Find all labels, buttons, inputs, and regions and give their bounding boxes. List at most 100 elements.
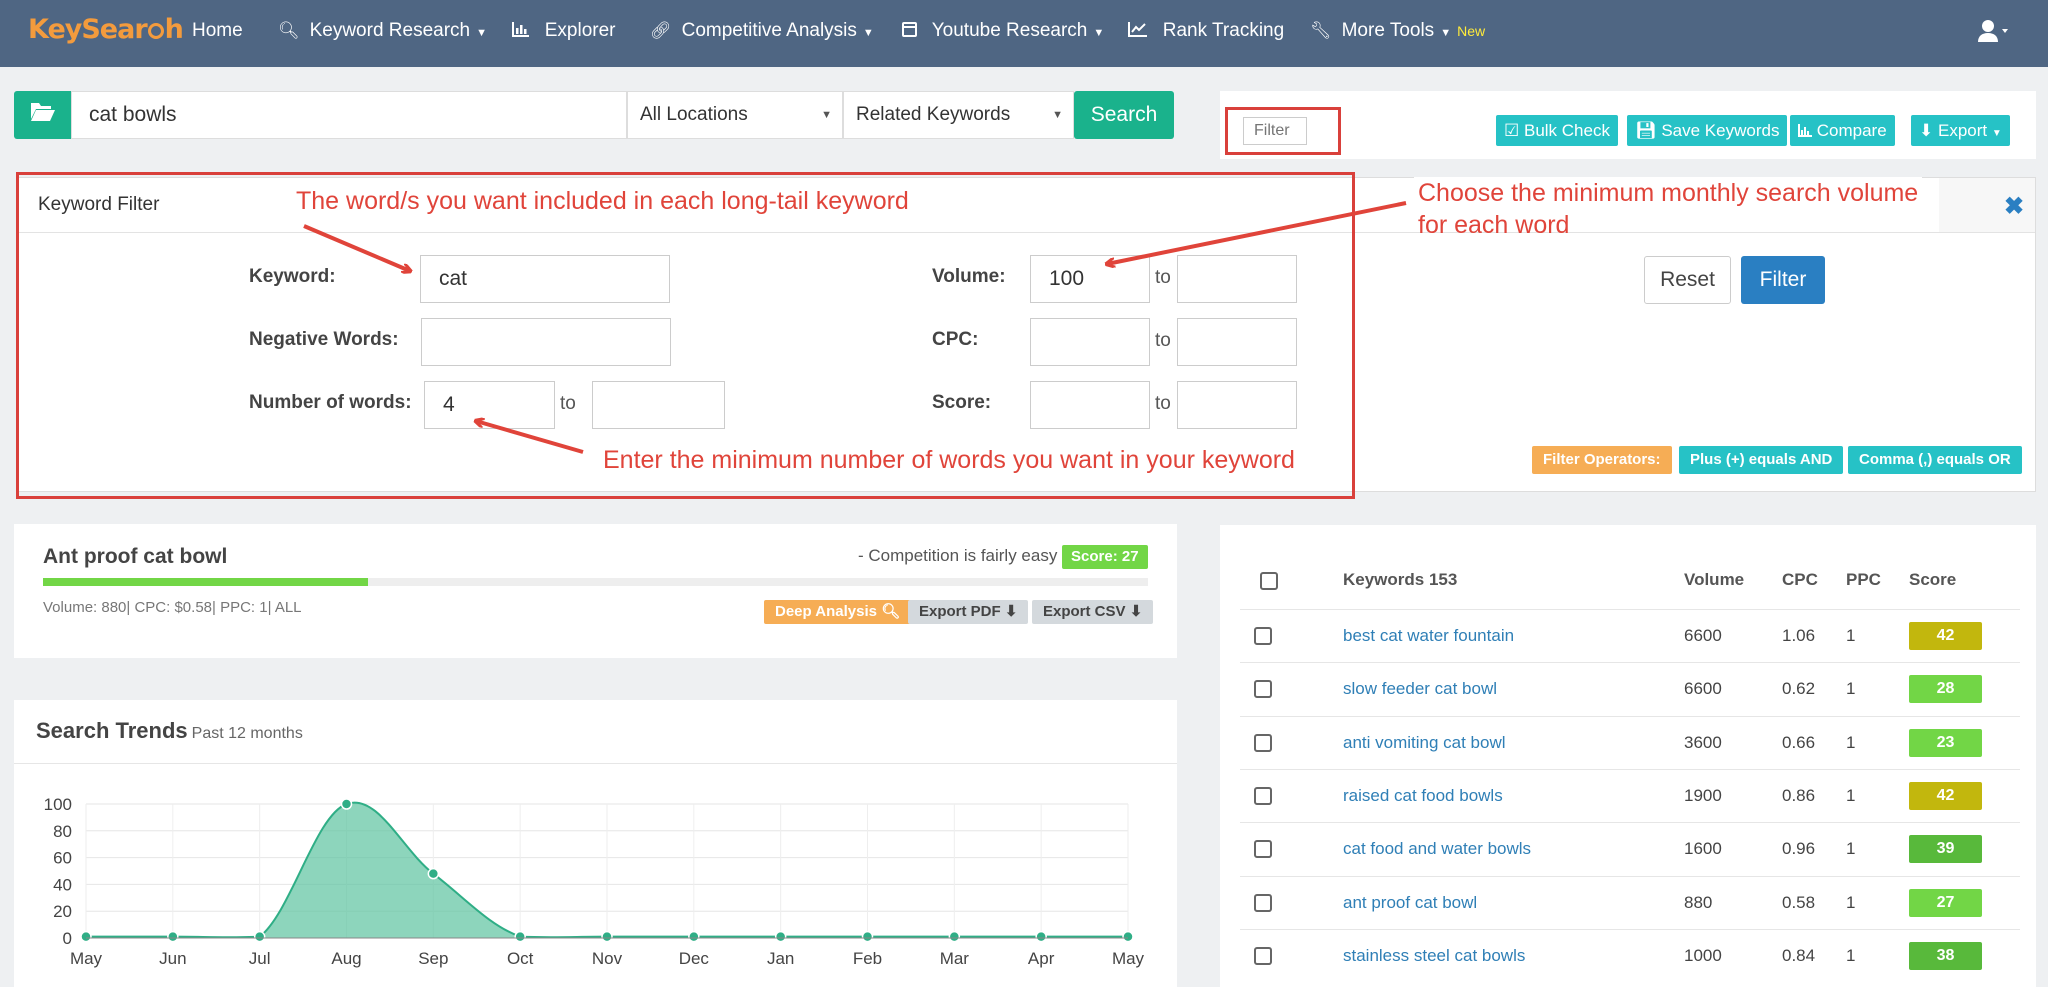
x-tick-label: Oct: [507, 949, 534, 968]
volume-cell: 1900: [1684, 786, 1722, 805]
row-checkbox[interactable]: [1254, 680, 1272, 698]
ppc-cell: 1: [1846, 786, 1856, 805]
row-checkbox[interactable]: [1254, 894, 1272, 912]
arrow-to-keyword: [303, 224, 410, 271]
arrow-to-volume: [1107, 201, 1407, 264]
row-checkbox[interactable]: [1254, 787, 1272, 805]
score-cell: 39: [1909, 835, 1982, 863]
ppc-cell: 1: [1846, 679, 1856, 698]
score-progress-bar: [43, 578, 1148, 586]
export-pdf-button[interactable]: Export PDF ⬇: [908, 600, 1029, 624]
x-tick-label: Mar: [940, 949, 970, 968]
x-tick-label: Nov: [592, 949, 623, 968]
ppc-cell: 1: [1846, 626, 1856, 645]
volume-cell: 880: [1684, 893, 1713, 912]
keyword-link[interactable]: slow feeder cat bowl: [1343, 679, 1497, 699]
trend-point: [861, 930, 874, 943]
score-badge: Score: 27: [1062, 545, 1148, 569]
export-csv-label: Export CSV: [1043, 603, 1126, 620]
ppc-cell: 1: [1846, 839, 1856, 858]
trend-point: [1122, 930, 1134, 943]
ppc-cell: 1: [1846, 733, 1856, 752]
cpc-cell: 0.86: [1782, 786, 1816, 805]
keyword-link[interactable]: cat food and water bowls: [1343, 839, 1531, 859]
search-trends-title: Search Trends Past 12 months: [36, 718, 303, 744]
row-checkbox[interactable]: [1254, 840, 1272, 858]
x-tick-label: Aug: [331, 949, 361, 968]
keyword-link[interactable]: best cat water fountain: [1343, 626, 1514, 646]
deep-analysis-label: Deep Analysis: [775, 603, 877, 620]
volume-cell: 3600: [1684, 733, 1722, 752]
ppc-cell: 1: [1846, 893, 1856, 912]
y-tick-label: 20: [53, 902, 72, 921]
score-cell: 42: [1909, 622, 1982, 650]
volume-cell: 1000: [1684, 946, 1722, 965]
trend-point: [167, 930, 179, 943]
column-header-score[interactable]: Score: [1909, 570, 1956, 590]
x-tick-label: Feb: [853, 949, 882, 968]
search-trends-chart: 0 20 40 60 80 100 May Jun Jul Aug Sep Oct Nov Dec Jan F…: [44, 795, 1145, 968]
x-tick-label: May: [70, 949, 103, 968]
y-tick-label: 0: [63, 929, 72, 948]
score-cell: 27: [1909, 889, 1982, 917]
trend-point: [253, 930, 266, 943]
ppc-cell: 1: [1846, 946, 1856, 965]
x-tick-label: Jul: [249, 949, 271, 968]
column-header-volume[interactable]: Volume: [1684, 570, 1744, 590]
x-tick-label: Jan: [767, 949, 794, 968]
deep-analysis-button[interactable]: Deep Analysis 🔍︎: [764, 600, 912, 624]
select-all-checkbox[interactable]: [1260, 572, 1278, 590]
competition-text: - Competition is fairly easy: [858, 546, 1058, 565]
keyword-link[interactable]: raised cat food bowls: [1343, 786, 1503, 806]
cpc-cell: 0.84: [1782, 946, 1816, 965]
trend-point: [80, 930, 92, 943]
download-icon: ⬇: [1129, 603, 1143, 620]
row-checkbox[interactable]: [1254, 627, 1272, 645]
y-tick-label: 80: [53, 822, 72, 841]
row-checkbox[interactable]: [1254, 947, 1272, 965]
x-tick-label: Apr: [1028, 949, 1055, 968]
y-tick-label: 40: [53, 875, 72, 894]
trend-point: [340, 798, 353, 810]
keyword-link[interactable]: stainless steel cat bowls: [1343, 946, 1525, 966]
search-icon: 🔍︎: [881, 603, 901, 620]
cpc-cell: 0.62: [1782, 679, 1816, 698]
search-trends-subtitle: Past 12 months: [191, 725, 303, 742]
keyword-link[interactable]: ant proof cat bowl: [1343, 893, 1477, 913]
score-progress-fill: [43, 578, 369, 586]
score-cell: 42: [1909, 782, 1982, 810]
score-cell: 38: [1909, 942, 1982, 970]
trend-point: [601, 930, 613, 943]
volume-cell: 6600: [1684, 626, 1722, 645]
y-tick-label: 60: [53, 849, 72, 868]
cpc-cell: 1.06: [1782, 626, 1816, 645]
volume-cell: 1600: [1684, 839, 1722, 858]
score-cell: 23: [1909, 729, 1982, 757]
export-csv-button[interactable]: Export CSV ⬇: [1032, 600, 1154, 624]
column-header-ppc[interactable]: PPC: [1846, 570, 1881, 590]
row-checkbox[interactable]: [1254, 734, 1272, 752]
keyword-link[interactable]: anti vomiting cat bowl: [1343, 733, 1506, 753]
export-pdf-label: Export PDF: [919, 603, 1001, 620]
x-tick-label: Jun: [159, 949, 186, 968]
download-icon: ⬇: [1004, 603, 1018, 620]
cpc-cell: 0.58: [1782, 893, 1816, 912]
arrow-to-words: [476, 421, 584, 454]
trend-point: [1035, 930, 1047, 943]
column-header-keywords[interactable]: Keywords 153: [1343, 570, 1457, 590]
column-header-cpc[interactable]: CPC: [1782, 570, 1818, 590]
cpc-cell: 0.96: [1782, 839, 1816, 858]
trend-point: [427, 867, 440, 880]
trend-point: [688, 930, 700, 943]
score-cell: 28: [1909, 675, 1982, 703]
trend-point: [948, 930, 961, 943]
x-tick-label: May: [1112, 949, 1145, 968]
y-tick-label: 100: [44, 795, 72, 814]
search-trends-title-text: Search Trends: [36, 718, 188, 743]
x-tick-label: Sep: [418, 949, 448, 968]
volume-cell: 6600: [1684, 679, 1722, 698]
cpc-cell: 0.66: [1782, 733, 1816, 752]
trend-point: [514, 930, 526, 943]
trend-point: [774, 930, 787, 943]
selected-keyword-title: Ant proof cat bowl: [43, 545, 228, 568]
